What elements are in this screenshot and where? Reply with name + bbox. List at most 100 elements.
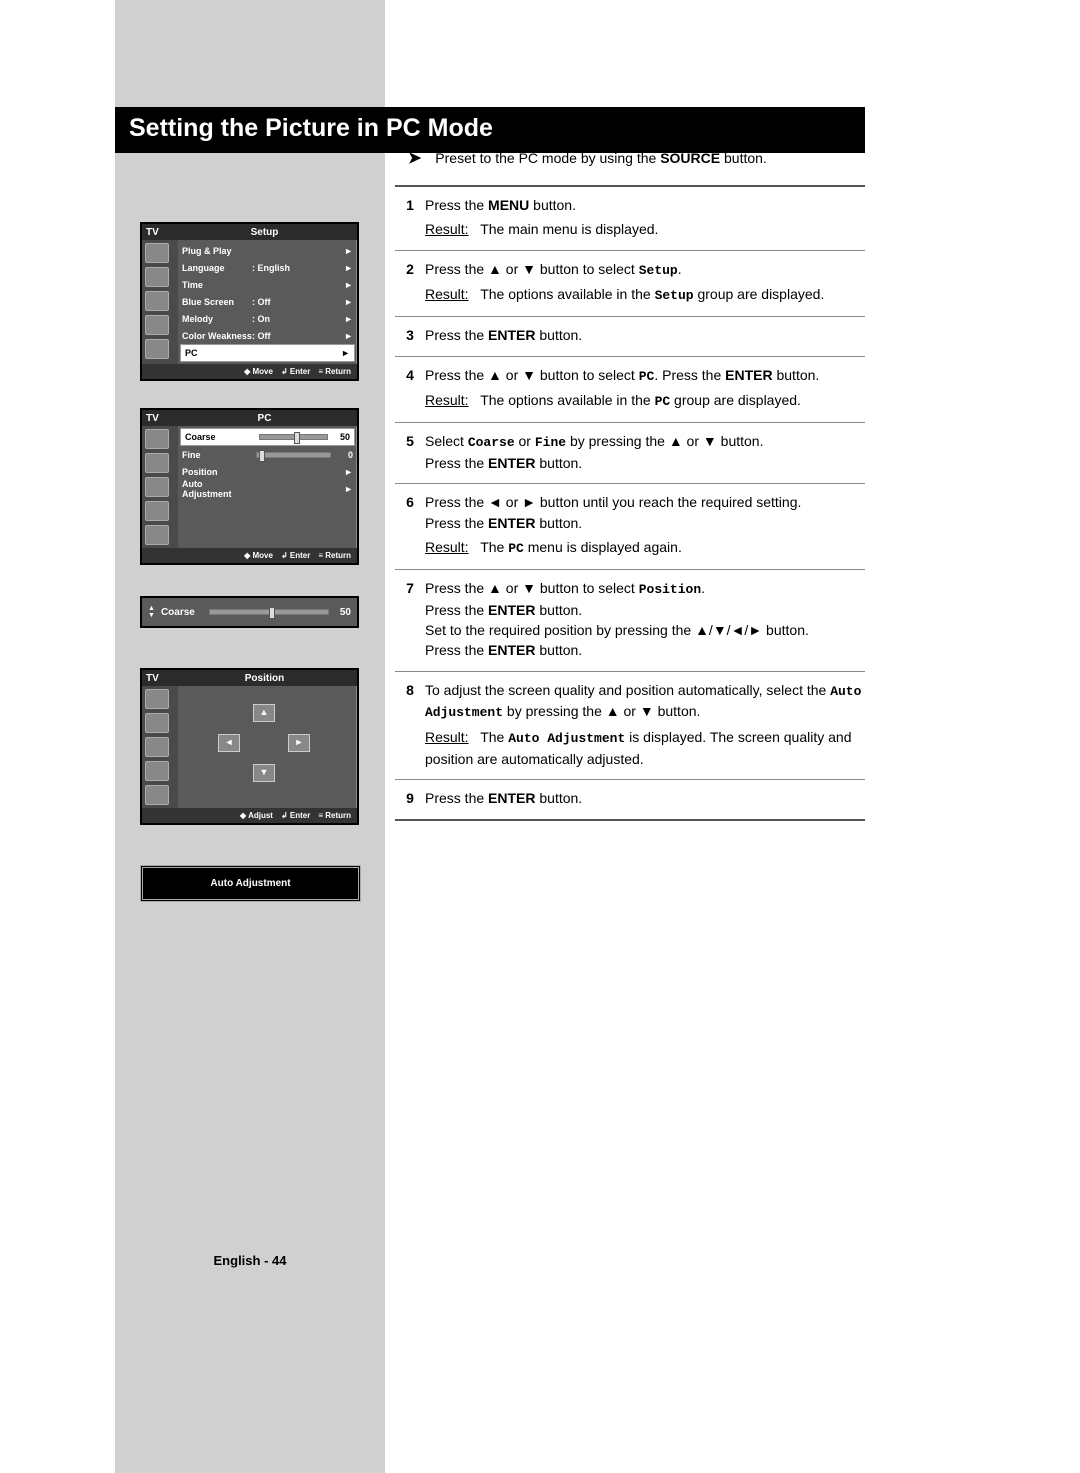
result-text: The Auto Adjustment is displayed. The sc…	[425, 729, 851, 767]
osd-footer-hint: ↲ Enter	[281, 367, 310, 376]
osd-footer-hint: ↲ Enter	[281, 551, 310, 560]
osd-icon-column	[142, 686, 178, 808]
osd-icon	[145, 267, 169, 287]
instruction-step: 5Select Coarse or Fine by pressing the ▲…	[395, 422, 865, 483]
result-text: The options available in the PC group ar…	[480, 392, 801, 408]
osd-footer-hint: ↲ Enter	[281, 811, 310, 820]
step-number: 6	[395, 492, 425, 558]
osd-menu-item: Language: English►	[178, 259, 357, 276]
position-right-button: ►	[288, 734, 310, 752]
auto-adjustment-label: Auto Adjustment	[210, 878, 290, 889]
osd-icon	[145, 713, 169, 733]
result-label: Result:	[425, 392, 469, 408]
instruction-list: 1Press the MENU button.Result: The main …	[395, 185, 865, 821]
step-body: To adjust the screen quality and positio…	[425, 680, 865, 770]
instruction-step: 9Press the ENTER button.	[395, 779, 865, 820]
instruction-step: 6Press the ◄ or ► button until you reach…	[395, 483, 865, 568]
intro-post: button.	[720, 150, 767, 166]
result-text: The options available in the Setup group…	[480, 286, 824, 302]
step-body: Press the ENTER button.	[425, 325, 865, 345]
osd-footer-hint: ◆ Move	[244, 367, 273, 376]
pointer-icon: ➤	[408, 150, 421, 167]
osd-icon	[145, 477, 169, 497]
osd-tv-label: TV	[146, 413, 176, 424]
step-number: 1	[395, 195, 425, 240]
step-body: Press the ▲ or ▼ button to select Setup.…	[425, 259, 865, 307]
osd-icon	[145, 525, 169, 545]
result-label: Result:	[425, 729, 469, 745]
osd-icon-column	[142, 426, 178, 548]
osd-footer: ◆ Move ↲ Enter ≡ Return	[142, 548, 357, 563]
coarse-slider	[209, 609, 329, 615]
osd-menu-item: Plug & Play►	[178, 242, 357, 259]
osd-tv-label: TV	[146, 227, 176, 238]
osd-pc-title: PC	[176, 413, 353, 424]
instruction-step: 8To adjust the screen quality and positi…	[395, 671, 865, 780]
result-label: Result:	[425, 286, 469, 302]
intro-bold: SOURCE	[660, 150, 720, 166]
osd-setup-list: Plug & Play►Language: English►Time►Blue …	[178, 240, 357, 364]
coarse-label: Coarse	[161, 607, 205, 618]
position-pad: ▲ ◄ ► ▼	[178, 686, 357, 801]
osd-icon	[145, 315, 169, 335]
step-body: Press the ▲ or ▼ button to select Positi…	[425, 578, 865, 661]
osd-icon-column	[142, 240, 178, 364]
page-title: Setting the Picture in PC Mode	[115, 107, 865, 153]
osd-footer-hint: ≡ Return	[318, 551, 351, 560]
intro-pre: Preset to the PC mode by using the	[435, 150, 660, 166]
osd-icon	[145, 501, 169, 521]
slider-thumb	[269, 607, 275, 619]
osd-menu-item: Fine0	[178, 446, 357, 463]
osd-icon	[145, 291, 169, 311]
step-body: Press the MENU button.Result: The main m…	[425, 195, 865, 240]
position-up-button: ▲	[253, 704, 275, 722]
osd-position-screenshot: TV Position ▲ ◄ ► ▼ ◆ Adjust ↲ Enter ≡ Ret…	[140, 668, 359, 825]
osd-icon	[145, 737, 169, 757]
step-body: Select Coarse or Fine by pressing the ▲ …	[425, 431, 865, 473]
osd-icon	[145, 785, 169, 805]
result-label: Result:	[425, 221, 469, 237]
position-down-button: ▼	[253, 764, 275, 782]
instruction-step: 3Press the ENTER button.	[395, 316, 865, 355]
instruction-step: 1Press the MENU button.Result: The main …	[395, 185, 865, 250]
osd-menu-item: Position►	[178, 463, 357, 480]
result-text: The PC menu is displayed again.	[480, 539, 682, 555]
step-number: 3	[395, 325, 425, 345]
position-left-button: ◄	[218, 734, 240, 752]
up-down-icon: ▲▼	[148, 605, 155, 619]
step-number: 7	[395, 578, 425, 661]
auto-adjustment-box: Auto Adjustment	[140, 865, 361, 902]
instruction-step: 7Press the ▲ or ▼ button to select Posit…	[395, 569, 865, 671]
osd-setup-screenshot: TV Setup Plug & Play►Language: English►T…	[140, 222, 359, 381]
osd-footer-hint: ◆ Adjust	[240, 811, 273, 820]
osd-menu-item: Melody: On►	[178, 310, 357, 327]
result-label: Result:	[425, 539, 469, 555]
osd-icon	[145, 761, 169, 781]
osd-footer-hint: ≡ Return	[318, 367, 351, 376]
osd-footer: ◆ Move ↲ Enter ≡ Return	[142, 364, 357, 379]
osd-menu-item: Coarse50	[180, 428, 355, 446]
osd-position-title: Position	[176, 673, 353, 684]
step-number: 8	[395, 680, 425, 770]
step-body: Press the ▲ or ▼ button to select PC. Pr…	[425, 365, 865, 413]
step-body: Press the ENTER button.	[425, 788, 865, 808]
osd-icon	[145, 339, 169, 359]
step-number: 9	[395, 788, 425, 808]
intro-text: ➤ Preset to the PC mode by using the SOU…	[408, 148, 767, 168]
osd-icon	[145, 429, 169, 449]
osd-setup-title: Setup	[176, 227, 353, 238]
osd-menu-item: Color Weakness: Off►	[178, 327, 357, 344]
page-margin	[0, 0, 115, 1473]
step-number: 2	[395, 259, 425, 307]
osd-footer-hint: ◆ Move	[244, 551, 273, 560]
osd-pc-screenshot: TV PC Coarse50Fine0Position►Auto Adjustm…	[140, 408, 359, 565]
title-container: Setting the Picture in PC Mode	[115, 107, 865, 153]
page-number: English - 44	[115, 1253, 385, 1268]
osd-menu-item: Time►	[178, 276, 357, 293]
osd-tv-label: TV	[146, 673, 176, 684]
osd-icon	[145, 243, 169, 263]
step-body: Press the ◄ or ► button until you reach …	[425, 492, 865, 558]
osd-footer-hint: ≡ Return	[318, 811, 351, 820]
coarse-adjust-strip: ▲▼ Coarse 50	[140, 596, 359, 628]
osd-footer: ◆ Adjust ↲ Enter ≡ Return	[142, 808, 357, 823]
